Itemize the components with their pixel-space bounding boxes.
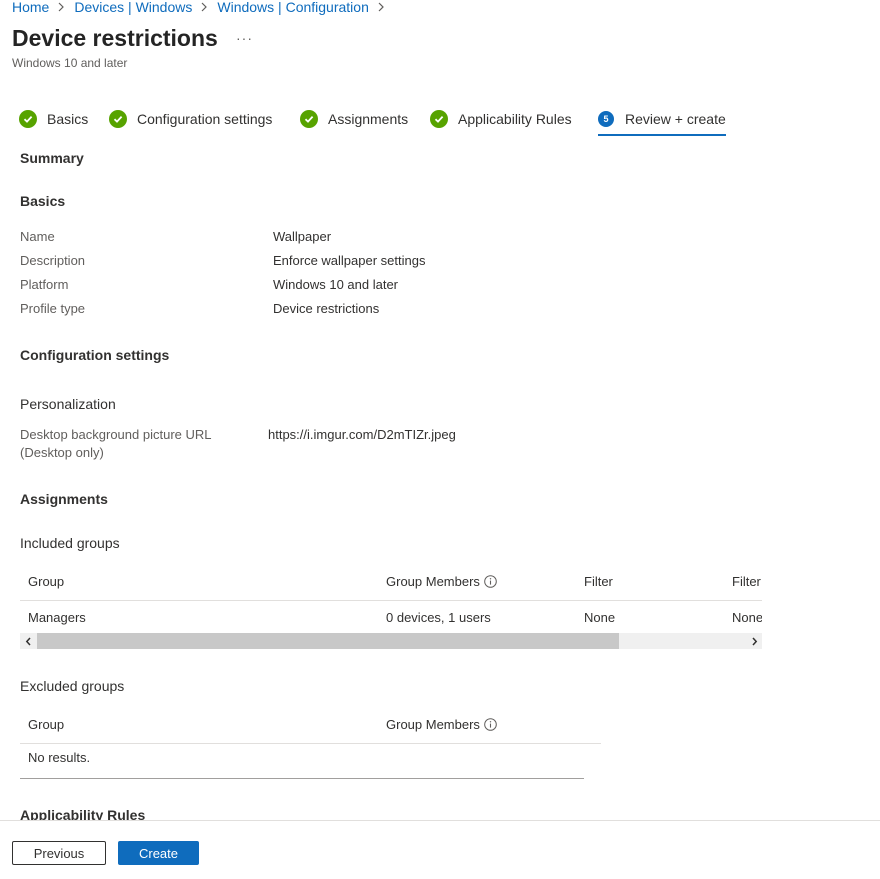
info-icon[interactable] <box>484 575 497 588</box>
breadcrumb: Home Devices | Windows Windows | Configu… <box>12 0 394 16</box>
table-header-divider <box>20 600 762 601</box>
column-header-group-members: Group Members <box>386 717 497 732</box>
footer-divider <box>0 820 880 821</box>
tab-basics[interactable]: Basics <box>19 108 88 130</box>
column-header-group: Group <box>28 717 65 732</box>
included-group-name: Managers <box>28 610 86 625</box>
chevron-right-icon <box>201 2 208 12</box>
included-group-members: 0 devices, 1 users <box>386 610 491 625</box>
active-tab-indicator <box>598 134 726 136</box>
profile-type-label: Profile type <box>20 301 86 316</box>
excluded-groups-heading: Excluded groups <box>20 678 125 694</box>
included-group-filter: None <box>584 610 616 625</box>
platform-value: Windows 10 and later <box>273 277 399 292</box>
configuration-settings-heading: Configuration settings <box>20 347 170 363</box>
checkmark-icon <box>109 110 127 128</box>
included-groups-heading: Included groups <box>20 535 120 551</box>
name-value: Wallpaper <box>273 229 332 244</box>
scrollbar-thumb[interactable] <box>37 633 619 649</box>
breadcrumb-devices-windows[interactable]: Devices | Windows <box>74 0 192 15</box>
tab-label: Assignments <box>328 111 409 127</box>
page-subtitle: Windows 10 and later <box>12 56 128 70</box>
table-bottom-divider <box>20 778 584 779</box>
tab-label: Applicability Rules <box>458 111 572 127</box>
desktop-background-url-value: https://i.imgur.com/D2mTIZr.jpeg <box>268 427 456 442</box>
tab-label: Review + create <box>625 111 726 127</box>
desktop-only-note: (Desktop only) <box>20 445 104 460</box>
tab-configuration-settings[interactable]: Configuration settings <box>109 108 272 130</box>
assignments-heading: Assignments <box>20 491 108 507</box>
checkmark-icon <box>300 110 318 128</box>
more-options-button[interactable]: ··· <box>236 30 253 46</box>
checkmark-icon <box>19 110 37 128</box>
info-icon[interactable] <box>484 718 497 731</box>
scroll-left-icon[interactable] <box>20 633 36 649</box>
tab-applicability-rules[interactable]: Applicability Rules <box>430 108 572 130</box>
tab-label: Configuration settings <box>137 111 273 127</box>
desktop-background-label: Desktop background picture URL <box>20 427 212 442</box>
platform-label: Platform <box>20 277 69 292</box>
included-group-filter-mode: None <box>732 610 762 625</box>
column-header-filter: Filter <box>584 574 613 589</box>
tab-review-create[interactable]: 5 Review + create <box>598 108 726 130</box>
chevron-right-icon <box>378 2 385 12</box>
column-header-group: Group <box>28 574 65 589</box>
step-number-badge: 5 <box>598 111 614 127</box>
create-button[interactable]: Create <box>118 841 199 865</box>
previous-button[interactable]: Previous <box>12 841 106 865</box>
profile-type-value: Device restrictions <box>273 301 380 316</box>
empty-state-text: No results. <box>28 750 91 765</box>
personalization-heading: Personalization <box>20 396 116 412</box>
page-title: Device restrictions <box>12 25 218 51</box>
checkmark-icon <box>430 110 448 128</box>
breadcrumb-home[interactable]: Home <box>12 0 49 15</box>
column-header-group-members: Group Members <box>386 574 497 589</box>
tab-assignments[interactable]: Assignments <box>300 108 408 130</box>
description-value: Enforce wallpaper settings <box>273 253 426 268</box>
table-header-divider <box>20 743 601 744</box>
basics-heading: Basics <box>20 193 66 209</box>
summary-heading: Summary <box>20 150 84 166</box>
description-label: Description <box>20 253 86 268</box>
scroll-right-icon[interactable] <box>746 633 762 649</box>
breadcrumb-windows-configuration[interactable]: Windows | Configuration <box>217 0 368 15</box>
name-label: Name <box>20 229 55 244</box>
chevron-right-icon <box>58 2 65 12</box>
column-header-filter-mode: Filter <box>732 574 761 589</box>
tab-label: Basics <box>47 111 89 127</box>
